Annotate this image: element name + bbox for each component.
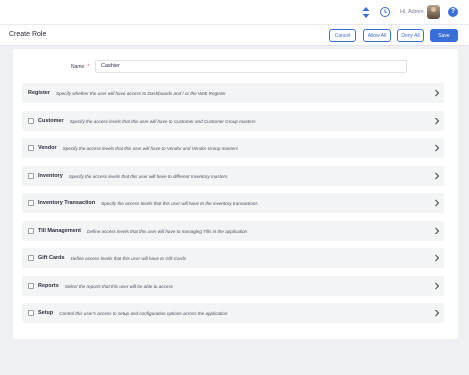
section-checkbox[interactable]	[28, 118, 34, 124]
save-button[interactable]: Save	[430, 29, 458, 42]
section-checkbox[interactable]	[28, 310, 34, 316]
chevron-right-icon[interactable]	[433, 171, 441, 181]
required-marker: *	[87, 64, 90, 70]
section-checkbox[interactable]	[28, 145, 34, 151]
section-title: Gift Cards	[38, 255, 65, 261]
section-row-inventory-transaction[interactable]: Inventory Transaction Specify the access…	[22, 193, 444, 213]
section-description: Specify the access levels that this user…	[62, 145, 238, 151]
section-title: Vendor	[38, 145, 57, 151]
section-title: Register	[28, 90, 51, 96]
section-row-gift-cards[interactable]: Gift Cards Define access levels that thi…	[22, 248, 444, 268]
page-title: Create Role	[9, 31, 47, 38]
help-icon[interactable]: ?	[448, 7, 458, 17]
deny-all-button[interactable]: Deny All	[397, 29, 424, 42]
top-bar: Hi, Admin ?	[0, 0, 469, 24]
section-checkbox[interactable]	[28, 173, 34, 179]
section-title: Customer	[38, 118, 64, 124]
section-row-till-management[interactable]: Till Management Define access levels tha…	[22, 221, 444, 241]
avatar[interactable]	[427, 5, 440, 19]
chevron-right-icon[interactable]	[433, 116, 441, 126]
section-description: Specify the access levels that this user…	[68, 173, 228, 179]
section-title: Reports	[38, 283, 59, 289]
page-header: Create Role Cancel Allow All Deny All Sa…	[0, 24, 469, 46]
chevron-right-icon[interactable]	[433, 281, 441, 291]
section-title: Till Management	[38, 228, 81, 234]
section-description: Control this user's access to setup and …	[59, 310, 228, 316]
section-description: Select the reports that this user will b…	[64, 283, 174, 289]
chevron-right-icon[interactable]	[433, 88, 441, 98]
allow-all-button[interactable]: Allow All	[363, 29, 391, 42]
section-title: Inventory	[38, 173, 63, 179]
section-checkbox[interactable]	[28, 283, 34, 289]
section-row-reports[interactable]: Reports Select the reports that this use…	[22, 276, 444, 296]
section-checkbox[interactable]	[28, 228, 34, 234]
chevron-right-icon[interactable]	[433, 253, 441, 263]
chevron-right-icon[interactable]	[433, 308, 441, 318]
section-checkbox[interactable]	[28, 255, 34, 261]
section-checkbox[interactable]	[28, 200, 34, 206]
section-row-customer[interactable]: Customer Specify the access levels that …	[22, 111, 444, 131]
section-row-vendor[interactable]: Vendor Specify the access levels that th…	[22, 138, 444, 158]
section-description: Specify the access levels that this user…	[69, 118, 256, 124]
user-greeting: Hi, Admin	[400, 9, 424, 15]
cancel-button[interactable]: Cancel	[329, 29, 356, 42]
name-input[interactable]: Cashier	[95, 60, 407, 73]
chevron-right-icon[interactable]	[433, 198, 441, 208]
name-label: Name *	[71, 64, 89, 70]
chevron-right-icon[interactable]	[433, 226, 441, 236]
section-row-setup[interactable]: Setup Control this user's access to setu…	[22, 303, 444, 323]
section-description: Specify the access levels that this user…	[101, 200, 258, 206]
sort-arrows-icon[interactable]	[362, 7, 370, 18]
section-description: Define access levels that this user will…	[87, 228, 248, 234]
section-description: Define access levels that this user will…	[70, 255, 186, 261]
section-row-register[interactable]: Register Specify whether the user will h…	[22, 83, 444, 103]
section-title: Inventory Transaction	[38, 200, 96, 206]
section-title: Setup	[38, 310, 54, 316]
chevron-right-icon[interactable]	[433, 143, 441, 153]
clock-icon[interactable]	[380, 7, 390, 17]
section-row-inventory[interactable]: Inventory Specify the access levels that…	[22, 166, 444, 186]
name-label-text: Name	[71, 64, 85, 70]
section-description: Specify whether the user will have acces…	[56, 90, 226, 96]
